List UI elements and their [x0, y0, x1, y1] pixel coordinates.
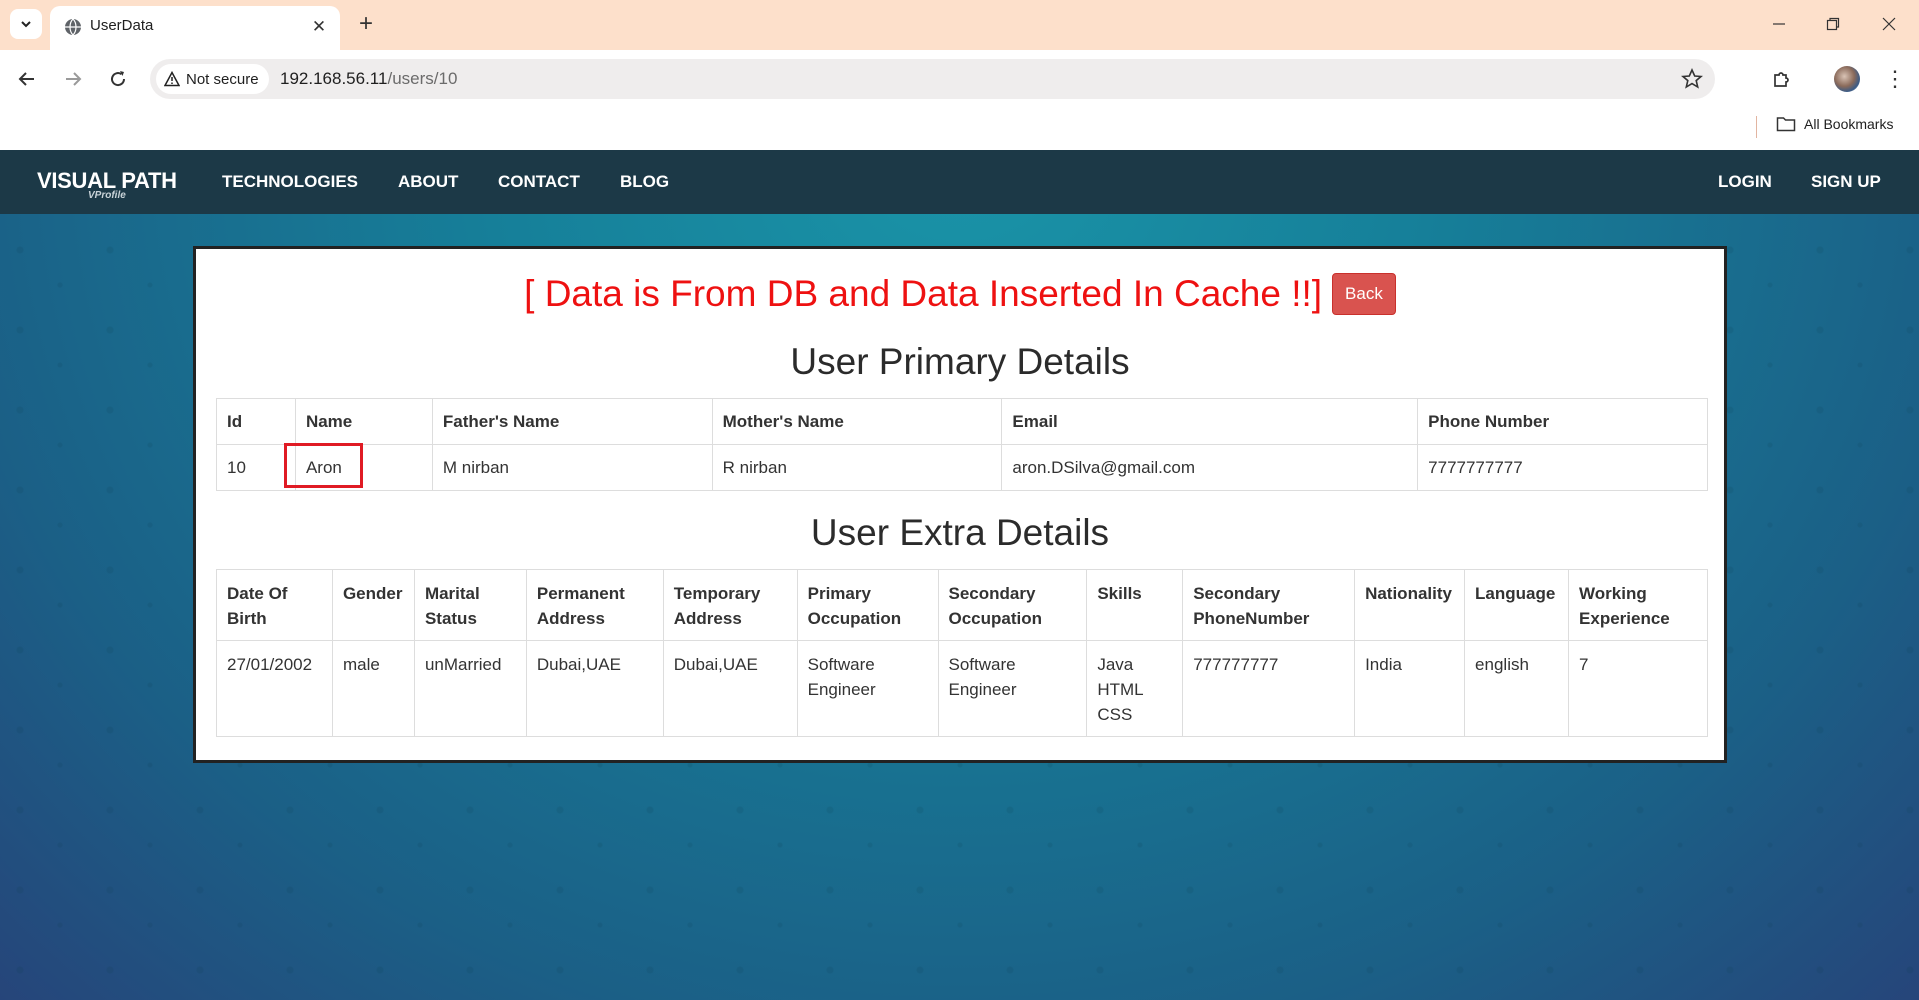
col-header: Secondary Occupation [937, 569, 1088, 641]
profile-avatar[interactable] [1834, 66, 1860, 92]
nav-contact[interactable]: CONTACT [498, 172, 580, 192]
cell-skills: Java HTML CSS [1086, 640, 1184, 737]
cell-language: english [1464, 640, 1570, 737]
cell-mother-name: R nirban [711, 444, 1003, 491]
cell-father-name: M nirban [431, 444, 713, 491]
col-header: Primary Occupation [796, 569, 939, 641]
web-page: VISUAL PATH VProfile TECHNOLOGIES ABOUT … [0, 150, 1919, 1000]
col-header: Id [216, 398, 296, 445]
site-brand-sub: VProfile [88, 190, 126, 201]
table-row: 10 Aron M nirban R nirban aron.DSilva@gm… [216, 444, 1708, 491]
nav-login[interactable]: LOGIN [1718, 172, 1772, 192]
restore-icon [1826, 17, 1840, 31]
cell-permanent-address: Dubai,UAE [525, 640, 664, 737]
minimize-icon [1773, 23, 1785, 25]
security-label: Not secure [186, 70, 259, 88]
extra-details-table: Date Of Birth Gender Marital Status Perm… [216, 569, 1708, 737]
back-button[interactable]: Back [1332, 273, 1396, 315]
warning-icon [164, 71, 180, 87]
cell-gender: male [331, 640, 415, 737]
bookmarks-divider [1756, 116, 1757, 138]
tab-close-icon[interactable]: ✕ [308, 16, 330, 38]
user-data-panel: [ Data is From DB and Data Inserted In C… [193, 246, 1727, 763]
col-header: Mother's Name [711, 398, 1003, 445]
nav-sign-up[interactable]: SIGN UP [1811, 172, 1881, 192]
cell-nationality: India [1354, 640, 1466, 737]
back-nav-button[interactable] [10, 62, 44, 96]
cell-phone: 7777777777 [1417, 444, 1708, 491]
site-info-chip[interactable]: Not secure [156, 64, 269, 94]
col-header: Nationality [1354, 569, 1466, 641]
all-bookmarks-label: All Bookmarks [1804, 116, 1894, 132]
cache-status-message: [ Data is From DB and Data Inserted In C… [524, 273, 1323, 314]
cell-secondary-phone: 777777777 [1182, 640, 1356, 737]
close-window-button[interactable] [1867, 8, 1911, 40]
reload-button[interactable] [101, 62, 135, 96]
col-header: Permanent Address [525, 569, 664, 641]
col-header: Temporary Address [662, 569, 798, 641]
col-header: Father's Name [431, 398, 713, 445]
arrow-right-icon [66, 72, 82, 86]
col-header: Skills [1086, 569, 1184, 641]
cell-primary-occupation: Software Engineer [796, 640, 939, 737]
site-navbar: VISUAL PATH VProfile TECHNOLOGIES ABOUT … [0, 150, 1919, 214]
col-header: Gender [331, 569, 415, 641]
close-icon [1882, 17, 1896, 31]
arrow-left-icon [18, 72, 34, 86]
url-host: 192.168.56.11 [280, 69, 388, 88]
col-header: Working Experience [1568, 569, 1708, 641]
nav-blog[interactable]: BLOG [620, 172, 669, 192]
chevron-down-icon [21, 21, 31, 28]
nav-about[interactable]: ABOUT [398, 172, 458, 192]
new-tab-button[interactable]: + [352, 10, 380, 38]
folder-icon [1776, 117, 1796, 132]
all-bookmarks-button[interactable]: All Bookmarks [1776, 116, 1893, 132]
table-header-row: Date Of Birth Gender Marital Status Perm… [216, 569, 1708, 641]
tab-strip: UserData ✕ + [0, 0, 1919, 50]
browser-tab[interactable]: UserData ✕ [50, 6, 340, 50]
extensions-icon[interactable] [1767, 64, 1797, 94]
restore-button[interactable] [1811, 8, 1855, 40]
col-header: Marital Status [413, 569, 527, 641]
table-header-row: Id Name Father's Name Mother's Name Emai… [216, 398, 1708, 445]
nav-technologies[interactable]: TECHNOLOGIES [222, 172, 358, 192]
bookmarks-bar: All Bookmarks [0, 108, 1919, 150]
primary-details-table: Id Name Father's Name Mother's Name Emai… [216, 398, 1708, 491]
col-header: Secondary PhoneNumber [1182, 569, 1356, 641]
name-highlight-box [284, 443, 363, 488]
primary-details-title: User Primary Details [790, 341, 1130, 382]
minimize-button[interactable] [1757, 8, 1801, 40]
globe-icon [65, 18, 81, 36]
col-header: Date Of Birth [216, 569, 333, 641]
table-row: 27/01/2002 male unMarried Dubai,UAE Duba… [216, 640, 1708, 737]
tab-title: UserData [90, 17, 154, 34]
browser-toolbar: Not secure 192.168.56.11/users/10 ⋮ [0, 50, 1919, 108]
reload-icon [111, 71, 126, 87]
bookmark-star-icon[interactable] [1681, 68, 1703, 90]
cell-email: aron.DSilva@gmail.com [1001, 444, 1419, 491]
col-header: Email [1001, 398, 1419, 445]
browser-menu-icon[interactable]: ⋮ [1880, 64, 1910, 94]
col-header: Name [294, 398, 433, 445]
url-text[interactable]: 192.168.56.11/users/10 [280, 69, 457, 89]
col-header: Language [1464, 569, 1570, 641]
cell-working-experience: 7 [1568, 640, 1708, 737]
cell-marital-status: unMarried [413, 640, 527, 737]
cell-dob: 27/01/2002 [216, 640, 333, 737]
cell-temporary-address: Dubai,UAE [662, 640, 798, 737]
extra-details-title: User Extra Details [810, 512, 1110, 553]
address-bar[interactable]: Not secure 192.168.56.11/users/10 [150, 59, 1715, 99]
forward-nav-button[interactable] [56, 62, 90, 96]
url-path: /users/10 [387, 69, 458, 88]
status-line: [ Data is From DB and Data Inserted In C… [196, 273, 1724, 315]
tab-search-button[interactable] [10, 9, 42, 39]
col-header: Phone Number [1417, 398, 1708, 445]
cell-secondary-occupation: Software Engineer [937, 640, 1088, 737]
